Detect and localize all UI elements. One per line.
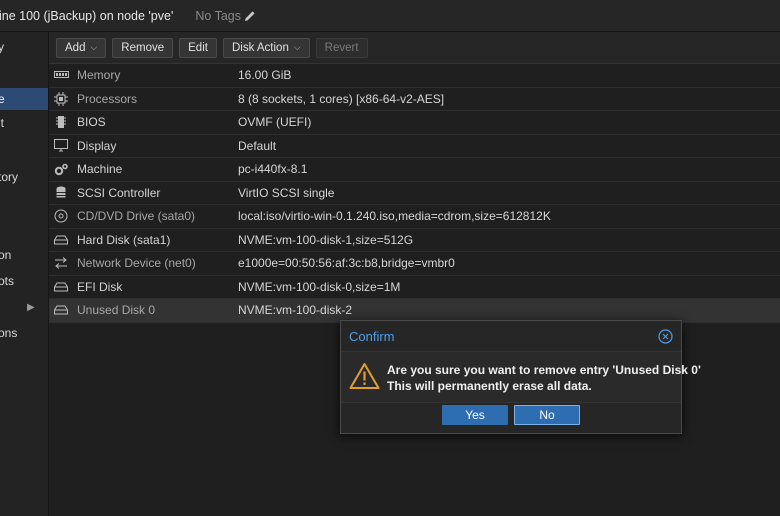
cpu-icon: [53, 91, 69, 106]
table-row[interactable]: Network Device (net0) e1000e=00:50:56:af…: [49, 252, 780, 276]
tags-label: No Tags: [195, 8, 241, 23]
dialog-body: Are you sure you want to remove entry 'U…: [341, 351, 701, 403]
hardware-toolbar: Add ⌵ Remove Edit Disk Action ⌵ Revert: [49, 32, 780, 64]
table-row[interactable]: Processors 8 (8 sockets, 1 cores) [x86-6…: [49, 88, 780, 111]
confirm-dialog: Confirm Are you sure you want to remove …: [340, 320, 701, 434]
add-button[interactable]: Add ⌵: [56, 37, 107, 58]
nav-item-summary[interactable]: y: [0, 36, 48, 58]
expand-arrow-icon[interactable]: ▶: [27, 302, 35, 313]
hdd-icon: [53, 303, 69, 317]
remove-button[interactable]: Remove: [112, 37, 174, 58]
memory-icon: [53, 68, 69, 82]
table-row[interactable]: Display Default: [49, 135, 780, 158]
database-icon: [53, 186, 69, 200]
table-row[interactable]: EFI Disk NVME:vm-100-disk-0,size=1M: [49, 276, 780, 299]
hdd-icon: [53, 280, 69, 294]
cogs-icon: [53, 162, 69, 176]
table-row[interactable]: Machine pc-i440fx-8.1: [49, 158, 780, 182]
edit-button[interactable]: Edit: [179, 37, 217, 58]
dialog-title: Confirm: [349, 329, 395, 344]
monitor-icon: [53, 139, 69, 153]
dialog-message-detail: This will permanently erase all data.: [387, 379, 592, 393]
table-row[interactable]: BIOS OVMF (UEFI): [49, 111, 780, 135]
nav-item-cloudinit[interactable]: it: [0, 112, 48, 134]
hdd-icon: [53, 233, 69, 247]
nav-item-permissions[interactable]: ons: [0, 322, 48, 344]
nav-item-replication[interactable]: on: [0, 244, 48, 266]
dialog-buttons: Yes No: [341, 405, 681, 425]
tags-area[interactable]: No Tags: [195, 9, 256, 23]
warning-icon: [349, 363, 380, 389]
yes-button[interactable]: Yes: [442, 405, 508, 425]
revert-button[interactable]: Revert: [315, 37, 368, 58]
table-row[interactable]: Hard Disk (sata1) NVME:vm-100-disk-1,siz…: [49, 229, 780, 252]
table-row[interactable]: CD/DVD Drive (sata0) local:iso/virtio-wi…: [49, 205, 780, 229]
table-row[interactable]: SCSI Controller VirtIO SCSI single: [49, 182, 780, 205]
cdrom-icon: [53, 209, 69, 223]
no-button[interactable]: No: [514, 405, 580, 425]
chip-icon: [53, 115, 69, 129]
pencil-icon[interactable]: [244, 10, 256, 22]
chevron-down-icon: ⌵: [90, 42, 98, 52]
table-row[interactable]: Memory 16.00 GiB: [49, 64, 780, 88]
vm-title: ine 100 (jBackup) on node 'pve': [0, 8, 174, 23]
exchange-icon: [53, 256, 69, 270]
hardware-grid: Memory 16.00 GiB Processors 8 (8 sockets…: [49, 64, 780, 323]
vm-header: ine 100 (jBackup) on node 'pve' No Tags: [0, 0, 780, 32]
disk-action-button[interactable]: Disk Action ⌵: [222, 37, 310, 58]
nav-item-snapshots[interactable]: ots: [0, 270, 48, 292]
dialog-message: Are you sure you want to remove entry 'U…: [387, 363, 701, 377]
vm-nav-menu: y e it tory on ots ▶ ons: [0, 32, 49, 516]
close-icon[interactable]: [658, 329, 673, 344]
table-row-selected[interactable]: Unused Disk 0 NVME:vm-100-disk-2: [49, 299, 780, 323]
nav-item-task-history[interactable]: tory: [0, 166, 48, 188]
nav-item-hardware[interactable]: e: [0, 88, 48, 110]
chevron-down-icon: ⌵: [293, 42, 301, 52]
